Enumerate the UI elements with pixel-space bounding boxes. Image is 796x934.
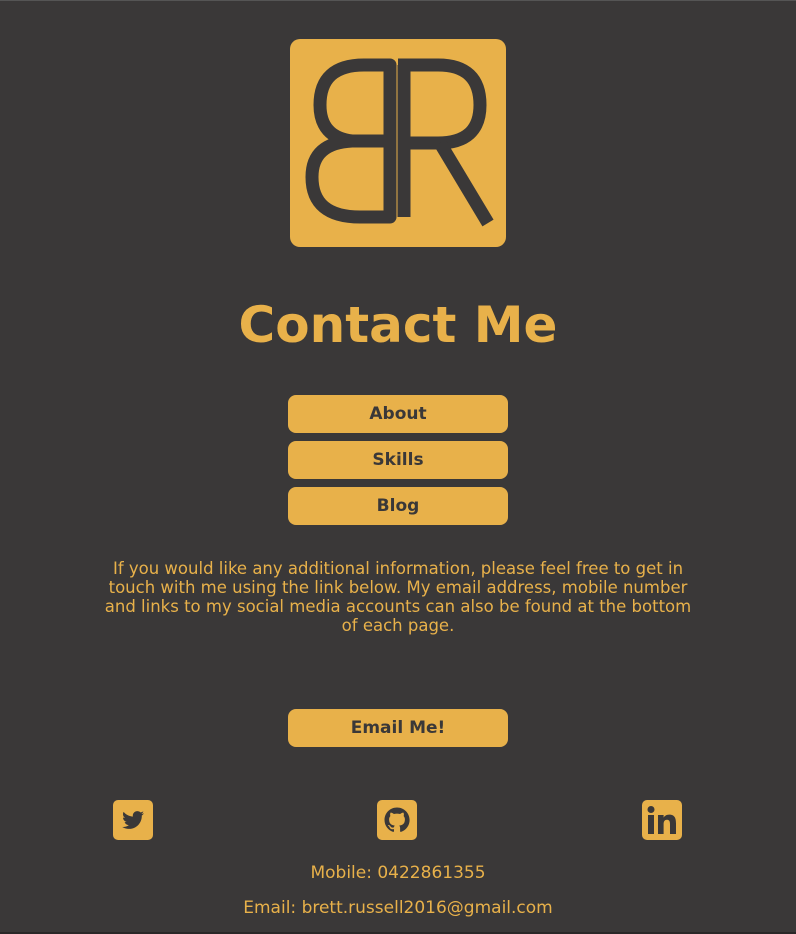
- email-line: Email: brett.russell2016@gmail.com: [0, 897, 796, 919]
- mobile-line: Mobile: 0422861355: [0, 862, 796, 884]
- page-title: Contact Me: [238, 296, 558, 354]
- br-logo: [290, 39, 506, 247]
- mobile-number: 0422861355: [377, 863, 486, 883]
- intro-text: If you would like any additional informa…: [104, 559, 692, 635]
- nav-about-button[interactable]: About: [288, 395, 508, 433]
- linkedin-icon: [647, 806, 676, 834]
- email-label: Email:: [243, 898, 297, 918]
- github-link[interactable]: [377, 800, 417, 840]
- br-monogram-icon: [305, 58, 494, 227]
- twitter-icon: [122, 811, 144, 829]
- nav-blog-button[interactable]: Blog: [288, 487, 508, 525]
- github-icon: [384, 807, 410, 832]
- mobile-label: Mobile:: [310, 863, 372, 883]
- email-address[interactable]: brett.russell2016@gmail.com: [302, 898, 553, 918]
- nav-skills-button[interactable]: Skills: [288, 441, 508, 479]
- linkedin-link[interactable]: [642, 800, 682, 840]
- twitter-link[interactable]: [113, 800, 153, 840]
- email-me-button[interactable]: Email Me!: [288, 709, 508, 747]
